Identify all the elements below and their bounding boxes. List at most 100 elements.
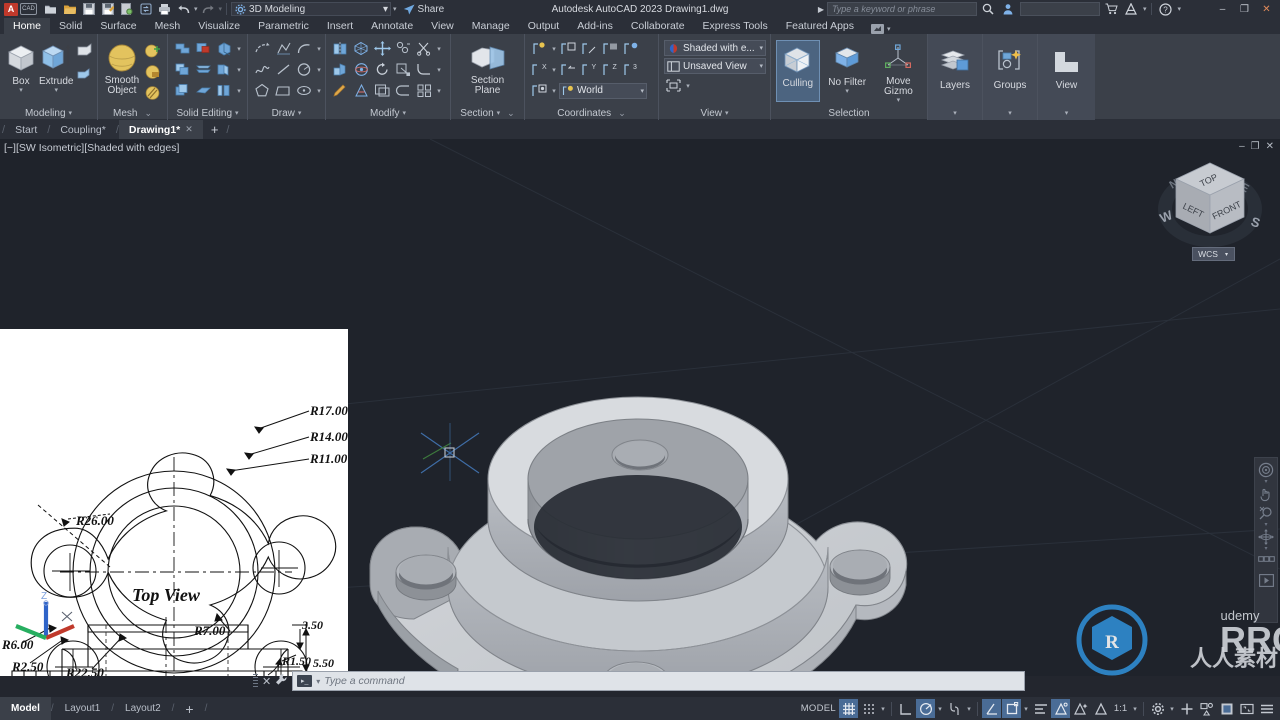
auto-scale-toggle[interactable]	[1091, 699, 1110, 718]
viewport-config-label[interactable]: [−][SW Isometric][Shaded with edges]	[4, 142, 179, 154]
ucs-3point-icon[interactable]	[580, 39, 599, 58]
orbit-icon[interactable]	[1256, 528, 1276, 546]
redo-icon[interactable]	[200, 2, 217, 17]
workspace-menu-caret[interactable]: ▾	[393, 5, 397, 13]
mesh-convert-icon[interactable]	[143, 83, 162, 102]
ucs-combo[interactable]: World ▾	[559, 82, 647, 99]
ucs-face-icon[interactable]	[601, 39, 620, 58]
layout-tab-layout2[interactable]: Layout2	[114, 697, 172, 720]
3d-rotate-icon[interactable]	[373, 60, 392, 79]
save-icon[interactable]	[80, 2, 97, 17]
draw-dropdown-3[interactable]: ▾	[316, 87, 322, 95]
3dpolyline-icon[interactable]	[274, 39, 293, 58]
help-menu-caret[interactable]: ▾	[1177, 5, 1181, 13]
help-icon[interactable]: ?	[1157, 2, 1174, 17]
fillet-edge-icon[interactable]	[415, 60, 434, 79]
view-panel-button[interactable]: View	[1043, 43, 1090, 91]
solid-editing-dropdown-3[interactable]: ▾	[236, 87, 242, 95]
chevron-down-icon[interactable]: ▾	[1065, 109, 1069, 117]
ucs-z-axis-icon[interactable]: Z	[601, 60, 620, 79]
3d-align-tri-icon[interactable]	[352, 81, 371, 100]
snap-dropdown-caret[interactable]: ▾	[879, 705, 887, 713]
command-line-settings-icon[interactable]	[275, 673, 288, 689]
ribbon-tab-express-tools[interactable]: Express Tools	[694, 18, 777, 34]
polar-tracking-toggle[interactable]	[916, 699, 935, 718]
ucs-dropdown-2[interactable]: ▾	[551, 66, 557, 74]
chevron-down-icon[interactable]: ▾	[725, 109, 729, 117]
chevron-down-icon[interactable]: ▾	[1225, 251, 1228, 258]
ellipse-icon[interactable]	[295, 81, 314, 100]
hardware-acceleration-icon[interactable]	[1217, 699, 1236, 718]
panel-title-groups[interactable]: ▾	[983, 106, 1037, 120]
panel-view-collapsed[interactable]: View ▾	[1038, 34, 1095, 120]
named-view-combo[interactable]: Unsaved View ▾	[664, 58, 766, 74]
3d-thicken-icon[interactable]	[394, 81, 413, 100]
cloud-sync-icon[interactable]	[137, 2, 154, 17]
ribbon-tab-add-ins[interactable]: Add-ins	[568, 18, 622, 34]
window-restore-button[interactable]: ❐	[1235, 1, 1254, 17]
search-input[interactable]: Type a keyword or phrase	[826, 2, 977, 16]
viewport-config-icon[interactable]	[664, 76, 683, 95]
account-name-field[interactable]	[1019, 2, 1100, 16]
union-icon[interactable]	[173, 39, 192, 58]
customization-add-icon[interactable]	[1177, 699, 1196, 718]
ucs-3axis-icon[interactable]: 3	[622, 60, 641, 79]
layout-tab-layout1[interactable]: Layout1	[54, 697, 112, 720]
3d-scale-icon[interactable]	[394, 60, 413, 79]
ribbon-tab-solid[interactable]: Solid	[50, 18, 91, 34]
ribbon-tab-annotate[interactable]: Annotate	[362, 18, 422, 34]
undo-icon[interactable]	[175, 2, 192, 17]
gizmo-dropdown-caret[interactable]: ▾	[897, 97, 901, 104]
mesh-smooth-less-icon[interactable]	[143, 62, 162, 81]
save-as-icon[interactable]	[99, 2, 116, 17]
panel-title-view-collapsed[interactable]: ▾	[1038, 106, 1095, 120]
match-properties-icon[interactable]	[331, 81, 350, 100]
chevron-down-icon[interactable]: ▾	[759, 44, 763, 52]
dynamic-ucs-toggle[interactable]	[1002, 699, 1021, 718]
ribbon-tab-surface[interactable]: Surface	[91, 18, 145, 34]
undo-dropdown-caret[interactable]: ▾	[194, 5, 198, 13]
ribbon-tab-featured-apps[interactable]: Featured Apps	[777, 18, 863, 34]
ucs-previous-icon[interactable]	[559, 60, 578, 79]
copy-face-icon[interactable]	[173, 81, 192, 100]
chevron-down-icon[interactable]: ▾	[69, 109, 73, 117]
slice-icon[interactable]	[194, 60, 213, 79]
solid-editing-dropdown-1[interactable]: ▾	[236, 45, 242, 53]
3d-move-icon[interactable]	[373, 39, 392, 58]
isolate-objects-icon[interactable]	[1197, 699, 1216, 718]
shell-icon[interactable]	[215, 60, 234, 79]
pan-hand-icon[interactable]	[1256, 485, 1276, 503]
grid-display-toggle[interactable]	[839, 699, 858, 718]
model-space-button[interactable]: MODEL	[799, 699, 838, 718]
plot-preview-icon[interactable]	[118, 2, 135, 17]
document-tab-start[interactable]: Start	[5, 120, 47, 139]
chevron-down-icon[interactable]: ▾	[887, 25, 891, 33]
extrude-dropdown-caret[interactable]: ▾	[54, 87, 58, 94]
command-history-caret[interactable]: ▾	[316, 677, 320, 686]
box-tool-button[interactable]: Box ▾	[5, 39, 37, 94]
command-input[interactable]: ▸_ ▾ Type a command	[292, 671, 1025, 691]
polygon-icon[interactable]	[253, 81, 272, 100]
command-line[interactable]: ✕ ▸_ ▾ Type a command	[253, 670, 1025, 692]
ucs-dropdown-1[interactable]: ▾	[551, 45, 557, 53]
status-bar-menu-icon[interactable]	[1257, 699, 1276, 718]
arc-icon[interactable]	[295, 39, 314, 58]
panel-dialog-launcher[interactable]: ⌄	[618, 108, 626, 119]
ucs-selector[interactable]: WCS ▾	[1192, 247, 1235, 261]
document-tab-drawing1[interactable]: Drawing1* ✕	[118, 120, 203, 139]
ucs-x-icon[interactable]: X	[530, 60, 549, 79]
ribbon-minimize-icon[interactable]	[871, 24, 885, 34]
chevron-down-icon[interactable]: ▾	[497, 109, 501, 117]
clean-screen-icon[interactable]	[1237, 699, 1256, 718]
panel-title-modeling[interactable]: Modeling ▾	[0, 106, 97, 120]
box-dropdown-caret[interactable]: ▾	[19, 87, 23, 94]
command-line-grip[interactable]	[253, 674, 258, 688]
ribbon-tab-home[interactable]: Home	[4, 18, 51, 34]
3d-rotate-gizmo-icon[interactable]	[352, 60, 371, 79]
ribbon-tab-collaborate[interactable]: Collaborate	[622, 18, 694, 34]
3d-array-icon[interactable]	[394, 39, 413, 58]
groups-button[interactable]: Groups	[988, 43, 1032, 91]
mesh-refine-icon[interactable]	[143, 41, 162, 60]
explode-icon[interactable]	[415, 81, 434, 100]
modify-dropdown-2[interactable]: ▾	[436, 66, 442, 74]
